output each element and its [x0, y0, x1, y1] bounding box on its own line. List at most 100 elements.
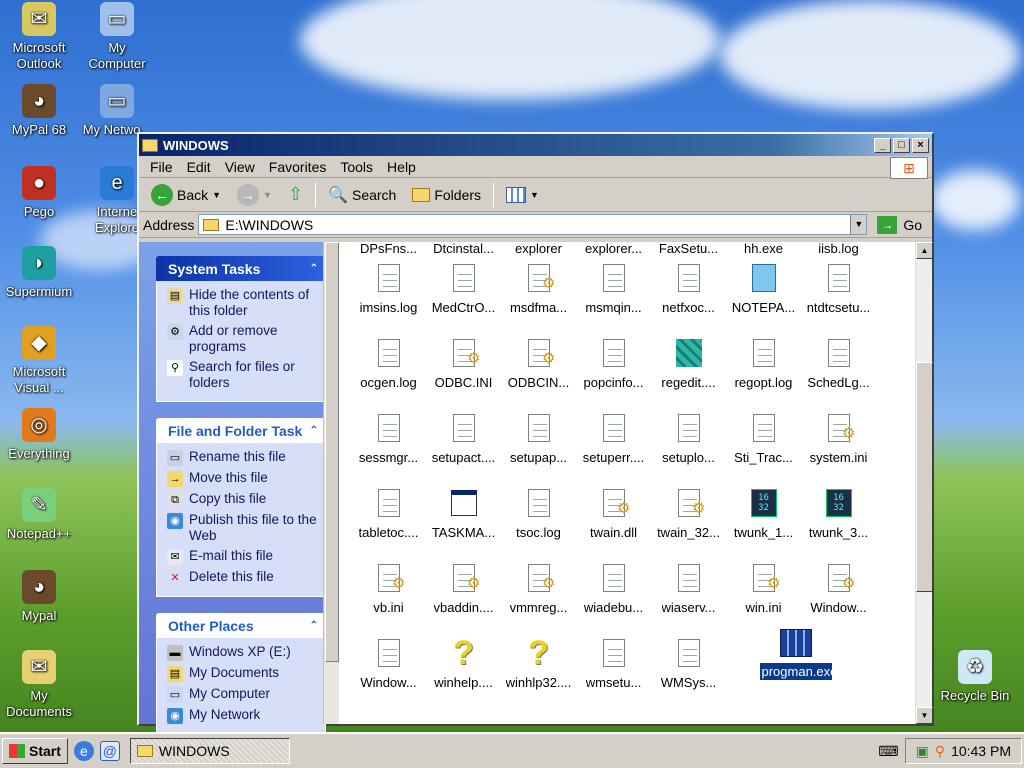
collapse-icon[interactable]: ⌃ [310, 425, 318, 436]
file-item[interactable]: NOTEPA... [726, 256, 801, 331]
file-item[interactable]: DPsFns... [351, 236, 426, 256]
title-bar[interactable]: WINDOWS _ □ × [139, 134, 932, 156]
desktop-icon[interactable]: ✉ Microsoft Outlook [0, 2, 78, 72]
go-button[interactable]: → Go [871, 215, 928, 234]
file-item[interactable]: wiaserv... [651, 556, 726, 631]
task-link[interactable]: ◉ My Network [167, 707, 319, 724]
desktop-icon[interactable]: ◗ Supermium [0, 246, 78, 300]
file-item[interactable]: wiadebu... [576, 556, 651, 631]
desktop-icon[interactable]: ✉ My Documents [0, 650, 78, 720]
selected-file-item[interactable]: progman.exe [758, 629, 837, 701]
file-item[interactable]: msmqin... [576, 256, 651, 331]
chevron-down-icon[interactable]: ▼ [263, 190, 272, 200]
file-item[interactable]: TASKMA... [426, 481, 501, 556]
file-item[interactable]: Sti_Trac... [726, 406, 801, 481]
forward-button[interactable]: → ▼ [231, 181, 278, 209]
task-link[interactable]: ✕ Delete this file [167, 569, 319, 586]
task-link[interactable]: ✉ E-mail this file [167, 548, 319, 565]
folders-button[interactable]: Folders [406, 181, 487, 209]
file-item[interactable]: tsoc.log [501, 481, 576, 556]
search-button[interactable]: 🔍 Search [322, 181, 402, 209]
file-item[interactable]: Dtcinstal... [426, 236, 501, 256]
file-item[interactable]: win.ini [726, 556, 801, 631]
file-item[interactable]: setuplo... [651, 406, 726, 481]
file-item[interactable]: ? winhlp32.... [501, 631, 576, 706]
network-tray-icon[interactable]: ▣ [916, 743, 929, 760]
taskbar-window-button[interactable]: WINDOWS [129, 738, 290, 764]
file-item[interactable]: netfxoc... [651, 256, 726, 331]
file-item[interactable]: SchedLg... [801, 331, 876, 406]
file-item[interactable]: twain.dll [576, 481, 651, 556]
file-item[interactable]: twain_32... [651, 481, 726, 556]
menu-edit[interactable]: Edit [180, 159, 218, 175]
file-item[interactable]: wmsetu... [576, 631, 651, 706]
start-button[interactable]: Start [2, 738, 68, 764]
file-item[interactable]: msdfma... [501, 256, 576, 331]
task-link[interactable]: ▭ Rename this file [167, 449, 319, 466]
menu-tools[interactable]: Tools [333, 159, 380, 175]
scroll-thumb[interactable] [325, 242, 339, 662]
menu-view[interactable]: View [218, 159, 262, 175]
system-tasks-header[interactable]: System Tasks ⌃ [156, 256, 326, 281]
desktop-icon[interactable]: ◎ Everything [0, 408, 78, 462]
task-link[interactable]: ◉ Publish this file to the Web [167, 512, 319, 544]
file-item[interactable]: MedCtrO... [426, 256, 501, 331]
ie-icon[interactable]: e [73, 741, 94, 761]
file-list-scrollbar[interactable]: ▲ ▼ [915, 242, 933, 724]
task-link[interactable]: ⚙ Add or remove programs [167, 323, 319, 355]
desktop-icon[interactable]: ♻ Recycle Bin [936, 650, 1014, 704]
desktop-icon[interactable]: ▭ My Computer [78, 2, 156, 72]
file-item[interactable]: explorer [501, 236, 576, 256]
task-link[interactable]: ▤ Hide the contents of this folder [167, 287, 319, 319]
file-item[interactable]: system.ini [801, 406, 876, 481]
file-item[interactable]: ? winhelp.... [426, 631, 501, 706]
clock[interactable]: 10:43 PM [951, 743, 1011, 759]
file-item[interactable]: hh.exe [726, 236, 801, 256]
maximize-button[interactable]: □ [893, 137, 910, 153]
file-item[interactable]: ODBC.INI [426, 331, 501, 406]
minimize-button[interactable]: _ [874, 137, 891, 153]
file-item[interactable]: 16 32 twunk_3... [801, 481, 876, 556]
file-item[interactable]: WMSys... [651, 631, 726, 706]
chevron-down-icon[interactable]: ▼ [212, 190, 221, 200]
task-link[interactable]: ▤ My Documents [167, 665, 319, 682]
file-item[interactable]: setupap... [501, 406, 576, 481]
file-item[interactable]: explorer... [576, 236, 651, 256]
file-item[interactable]: vbaddin.... [426, 556, 501, 631]
file-item[interactable]: FaxSetu... [651, 236, 726, 256]
task-link[interactable]: ▬ Windows XP (E:) [167, 644, 319, 661]
file-item[interactable]: imsins.log [351, 256, 426, 331]
desktop-icon[interactable]: ◆ Microsoft Visual ... [0, 326, 78, 396]
file-item[interactable]: ntdtcsetu... [801, 256, 876, 331]
file-item[interactable]: vmmreg... [501, 556, 576, 631]
desktop-icon[interactable]: ● Pego [0, 166, 78, 220]
search-tray-icon[interactable]: ⚲ [935, 743, 945, 760]
file-item[interactable]: regedit.... [651, 331, 726, 406]
desktop-icon[interactable]: ▭ My Netwo... [78, 84, 156, 138]
views-button[interactable]: ▼ [500, 181, 545, 209]
other-places-header[interactable]: Other Places ⌃ [156, 613, 326, 638]
file-folder-tasks-header[interactable]: File and Folder Task ⌃ [156, 418, 326, 443]
file-item[interactable]: 16 32 twunk_1... [726, 481, 801, 556]
file-item[interactable]: sessmgr... [351, 406, 426, 481]
menu-favorites[interactable]: Favorites [262, 159, 334, 175]
collapse-icon[interactable]: ⌃ [310, 263, 318, 274]
task-link[interactable]: ⚲ Search for files or folders [167, 359, 319, 391]
desktop-icon[interactable]: ◕ MyPal 68 [0, 84, 78, 138]
scroll-down-button[interactable]: ▼ [916, 707, 933, 724]
file-item[interactable]: Window... [801, 556, 876, 631]
back-button[interactable]: ← Back ▼ [145, 181, 227, 209]
address-input[interactable]: E:\WINDOWS ▼ [198, 214, 868, 235]
file-item[interactable]: iisb.log [801, 236, 876, 256]
file-item[interactable]: popcinfo... [576, 331, 651, 406]
close-button[interactable]: × [912, 137, 929, 153]
file-item[interactable]: regopt.log [726, 331, 801, 406]
file-item[interactable]: vb.ini [351, 556, 426, 631]
file-item[interactable]: ocgen.log [351, 331, 426, 406]
task-link[interactable]: ⧉ Copy this file [167, 491, 319, 508]
desktop-icon[interactable]: ✎ Notepad++ [0, 488, 78, 542]
file-item[interactable]: Window... [351, 631, 426, 706]
scroll-thumb[interactable] [916, 362, 933, 592]
up-folder-button[interactable]: ⇧ [282, 181, 309, 209]
file-item[interactable]: setuperr.... [576, 406, 651, 481]
